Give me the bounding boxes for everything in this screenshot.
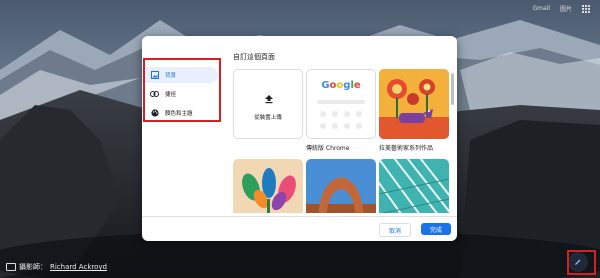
credit-author-link[interactable]: Richard Ackroyd: [50, 263, 107, 271]
dialog-title: 自訂這個頁面: [233, 53, 275, 61]
apps-grid-icon[interactable]: [582, 4, 590, 13]
scroll-thumb[interactable]: [451, 73, 454, 105]
upload-icon: [265, 95, 273, 104]
architecture-tile[interactable]: [379, 159, 449, 213]
google-logo: Google: [321, 80, 361, 91]
grid-scrollbar[interactable]: [451, 69, 454, 213]
shortcut-dots: [319, 110, 363, 132]
highlight-box-customize: [567, 250, 596, 275]
background-grid: 從裝置上傳 Google 傳統版 Chrome 拉美藝術家系列作品: [233, 69, 449, 213]
latin-art-label: 拉美藝術家系列作品: [379, 145, 434, 152]
arch-photo-tile[interactable]: [306, 159, 376, 213]
dialog-footer: 取消 完成: [142, 216, 457, 241]
top-bar: Gmail 圖片: [532, 4, 590, 13]
credit-prefix: 攝影師：: [19, 263, 47, 271]
gmail-link[interactable]: Gmail: [532, 5, 550, 12]
highlight-box-sidebar: [143, 58, 221, 122]
done-button[interactable]: 完成: [420, 223, 451, 235]
latin-art-tile[interactable]: [379, 69, 449, 139]
images-link[interactable]: 圖片: [560, 4, 572, 13]
plant-art-tile[interactable]: [233, 159, 303, 213]
classic-chrome-label: 傳統版 Chrome: [306, 145, 350, 152]
photo-credit: 攝影師： Richard Ackroyd: [6, 262, 107, 272]
camera-icon: [6, 263, 16, 271]
upload-label: 從裝置上傳: [254, 115, 282, 121]
upload-tile[interactable]: 從裝置上傳: [233, 69, 303, 139]
classic-chrome-tile[interactable]: Google: [306, 69, 376, 139]
cancel-button[interactable]: 取消: [378, 223, 411, 237]
